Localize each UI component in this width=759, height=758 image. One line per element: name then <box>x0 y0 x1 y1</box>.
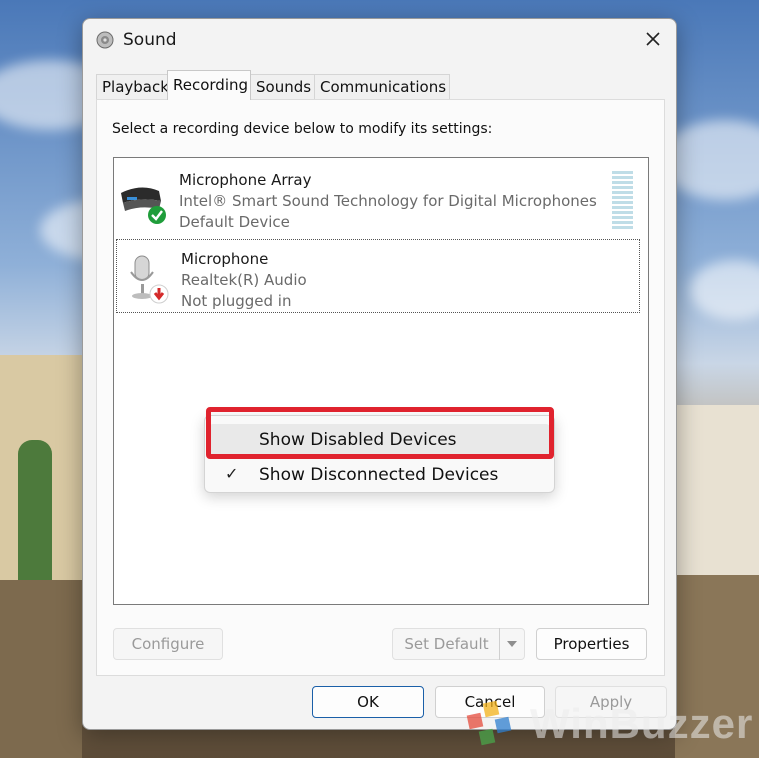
microphone-icon <box>121 254 169 304</box>
set-default-dropdown[interactable] <box>499 628 524 660</box>
instruction-text: Select a recording device below to modif… <box>112 121 493 137</box>
device-status: Default Device <box>179 213 290 231</box>
watermark-text: WinBuzzer <box>530 700 754 747</box>
checkmark-icon: ✓ <box>225 464 239 483</box>
recording-panel: Select a recording device below to modif… <box>96 99 665 676</box>
configure-button[interactable]: Configure <box>113 628 223 660</box>
tab-sounds[interactable]: Sounds <box>250 74 316 99</box>
device-name: Microphone <box>181 250 269 268</box>
chevron-down-icon <box>507 641 517 647</box>
highlight-annotation <box>206 407 554 459</box>
set-default-label: Set Default <box>404 635 489 653</box>
device-driver: Intel® Smart Sound Technology for Digita… <box>179 192 597 210</box>
level-meter <box>612 171 633 229</box>
menu-item-label: Show Disconnected Devices <box>259 465 499 485</box>
tab-playback[interactable]: Playback <box>96 74 172 99</box>
device-list[interactable]: Microphone Array Intel® Smart Sound Tech… <box>113 157 649 605</box>
tab-recording[interactable]: Recording <box>167 70 251 100</box>
tab-communications[interactable]: Communications <box>314 74 450 99</box>
title-bar: Sound <box>83 19 676 63</box>
device-status: Not plugged in <box>181 292 292 310</box>
speaker-icon <box>96 31 114 49</box>
window-title: Sound <box>123 30 177 50</box>
winbuzzer-watermark: WinBuzzer <box>458 694 752 752</box>
menu-item-show-disconnected-devices[interactable]: ✓ Show Disconnected Devices <box>209 459 550 491</box>
device-name: Microphone Array <box>179 171 312 189</box>
sound-dialog: Sound Playback Recording Sounds Communic… <box>82 18 677 730</box>
device-item-microphone-array[interactable]: Microphone Array Intel® Smart Sound Tech… <box>115 161 647 233</box>
microphone-array-icon <box>119 175 167 225</box>
ok-button[interactable]: OK <box>312 686 424 718</box>
device-driver: Realtek(R) Audio <box>181 271 307 289</box>
properties-button[interactable]: Properties <box>536 628 647 660</box>
close-icon <box>645 31 661 51</box>
set-default-button[interactable]: Set Default <box>392 628 525 660</box>
close-button[interactable] <box>630 19 676 63</box>
device-item-microphone[interactable]: Microphone Realtek(R) Audio Not plugged … <box>116 239 640 313</box>
default-check-badge <box>148 206 166 224</box>
